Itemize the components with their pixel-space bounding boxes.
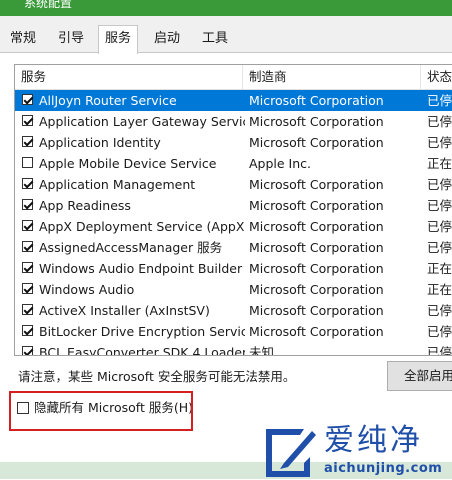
- service-checkbox[interactable]: [22, 325, 33, 336]
- service-status: 已停: [427, 135, 452, 150]
- column-header-service[interactable]: 服务: [15, 65, 243, 89]
- table-row[interactable]: ActiveX Installer (AxInstSV) Microsoft Co…: [15, 300, 452, 321]
- service-status: 正在: [427, 282, 452, 297]
- table-row[interactable]: Application Management Microsoft Corporat…: [15, 174, 452, 195]
- services-panel: 服务 制造商 状态 AllJoyn Router Service Microsof…: [0, 52, 452, 480]
- table-row[interactable]: AssignedAccessManager 服务 Microsoft Corpor…: [15, 237, 452, 258]
- table-row[interactable]: BCL EasyConverter SDK 4 Loader 未知 已停: [15, 342, 452, 356]
- service-manufacturer: Apple Inc.: [249, 156, 312, 171]
- service-manufacturer: 未知: [249, 345, 275, 356]
- table-row[interactable]: AllJoyn Router Service Microsoft Corporat…: [15, 90, 452, 111]
- service-status: 已停: [427, 219, 452, 234]
- service-manufacturer: Microsoft Corporation: [249, 198, 384, 213]
- service-name: BCL EasyConverter SDK 4 Loader: [39, 345, 245, 356]
- enable-all-button[interactable]: 全部启用: [387, 361, 452, 391]
- service-checkbox[interactable]: [22, 346, 33, 355]
- service-checkbox[interactable]: [22, 115, 33, 126]
- service-checkbox[interactable]: [22, 241, 33, 252]
- annotation-highlight-box: [9, 391, 193, 431]
- service-checkbox[interactable]: [22, 94, 33, 105]
- service-manufacturer: Microsoft Corporation: [249, 240, 384, 255]
- column-header-status[interactable]: 状态: [421, 65, 452, 89]
- watermark-url: aichunjing.com: [324, 461, 443, 476]
- watermark-brand: 爱纯净: [324, 423, 423, 458]
- service-name: Windows Audio Endpoint Builder: [39, 261, 243, 276]
- service-status: 已停: [427, 93, 452, 108]
- table-row[interactable]: Apple Mobile Device Service Apple Inc. 正在: [15, 153, 452, 174]
- service-status: 已停: [427, 345, 452, 356]
- service-status: 已停: [427, 114, 452, 129]
- table-row[interactable]: BitLocker Drive Encryption Service Micros…: [15, 321, 452, 342]
- service-manufacturer: Microsoft Corporation: [249, 303, 384, 318]
- tab-strip: 常规 引导 服务 启动 工具: [0, 16, 452, 54]
- service-manufacturer: Microsoft Corporation: [249, 135, 384, 150]
- table-row[interactable]: AppX Deployment Service (AppX... Microsof…: [15, 216, 452, 237]
- service-status: 已停: [427, 177, 452, 192]
- service-status: 已停: [427, 324, 452, 339]
- title-bar: 系统配置: [0, 0, 452, 16]
- tab-general[interactable]: 常规: [4, 28, 42, 50]
- service-name: Apple Mobile Device Service: [39, 156, 217, 171]
- service-status: 正在: [427, 261, 452, 276]
- service-name: Windows Audio: [39, 282, 135, 297]
- tab-services[interactable]: 服务: [98, 25, 139, 54]
- service-checkbox[interactable]: [22, 136, 33, 147]
- service-name: AllJoyn Router Service: [39, 93, 177, 108]
- service-name: Application Management: [39, 177, 196, 192]
- service-manufacturer: Microsoft Corporation: [249, 324, 384, 339]
- service-status: 已停: [427, 198, 452, 213]
- service-rows: AllJoyn Router Service Microsoft Corporat…: [15, 90, 452, 356]
- service-checkbox[interactable]: [22, 220, 33, 231]
- table-row[interactable]: App Readiness Microsoft Corporation 已停: [15, 195, 452, 216]
- table-row[interactable]: Application Layer Gateway Service Microso…: [15, 111, 452, 132]
- service-manufacturer: Microsoft Corporation: [249, 261, 384, 276]
- tab-boot[interactable]: 引导: [52, 28, 90, 50]
- service-name: Application Identity: [39, 135, 161, 150]
- service-manufacturer: Microsoft Corporation: [249, 282, 384, 297]
- table-row[interactable]: Application Identity Microsoft Corporatio…: [15, 132, 452, 153]
- services-list[interactable]: 服务 制造商 状态 AllJoyn Router Service Microsof…: [14, 64, 452, 356]
- table-row[interactable]: Windows Audio Endpoint Builder Microsoft …: [15, 258, 452, 279]
- service-status: 已停: [427, 303, 452, 318]
- service-checkbox[interactable]: [22, 262, 33, 273]
- service-name: App Readiness: [39, 198, 131, 213]
- service-checkbox[interactable]: [22, 304, 33, 315]
- service-name: ActiveX Installer (AxInstSV): [39, 303, 210, 318]
- service-manufacturer: Microsoft Corporation: [249, 114, 384, 129]
- tab-tools[interactable]: 工具: [196, 28, 234, 50]
- service-checkbox[interactable]: [22, 283, 33, 294]
- service-manufacturer: Microsoft Corporation: [249, 177, 384, 192]
- service-manufacturer: Microsoft Corporation: [249, 219, 384, 234]
- service-checkbox[interactable]: [22, 199, 33, 210]
- list-header: 服务 制造商 状态: [15, 65, 452, 90]
- service-name: AppX Deployment Service (AppX...: [39, 219, 245, 234]
- column-header-manufacturer[interactable]: 制造商: [243, 65, 421, 89]
- security-note: 请注意，某些 Microsoft 安全服务可能无法禁用。: [18, 369, 296, 384]
- service-name: AssignedAccessManager 服务: [39, 240, 223, 255]
- service-checkbox[interactable]: [22, 157, 33, 168]
- window-title: 系统配置: [24, 0, 73, 10]
- service-name: BitLocker Drive Encryption Service: [39, 324, 245, 339]
- tab-startup[interactable]: 启动: [148, 28, 186, 50]
- service-status: 已停: [427, 240, 452, 255]
- service-checkbox[interactable]: [22, 178, 33, 189]
- table-row[interactable]: Windows Audio Microsoft Corporation 正在: [15, 279, 452, 300]
- service-name: Application Layer Gateway Service: [39, 114, 245, 129]
- watermark-logo-icon: [266, 429, 316, 477]
- service-manufacturer: Microsoft Corporation: [249, 93, 384, 108]
- service-status: 正在: [427, 156, 452, 171]
- watermark: 爱纯净 aichunjing.com: [260, 423, 452, 479]
